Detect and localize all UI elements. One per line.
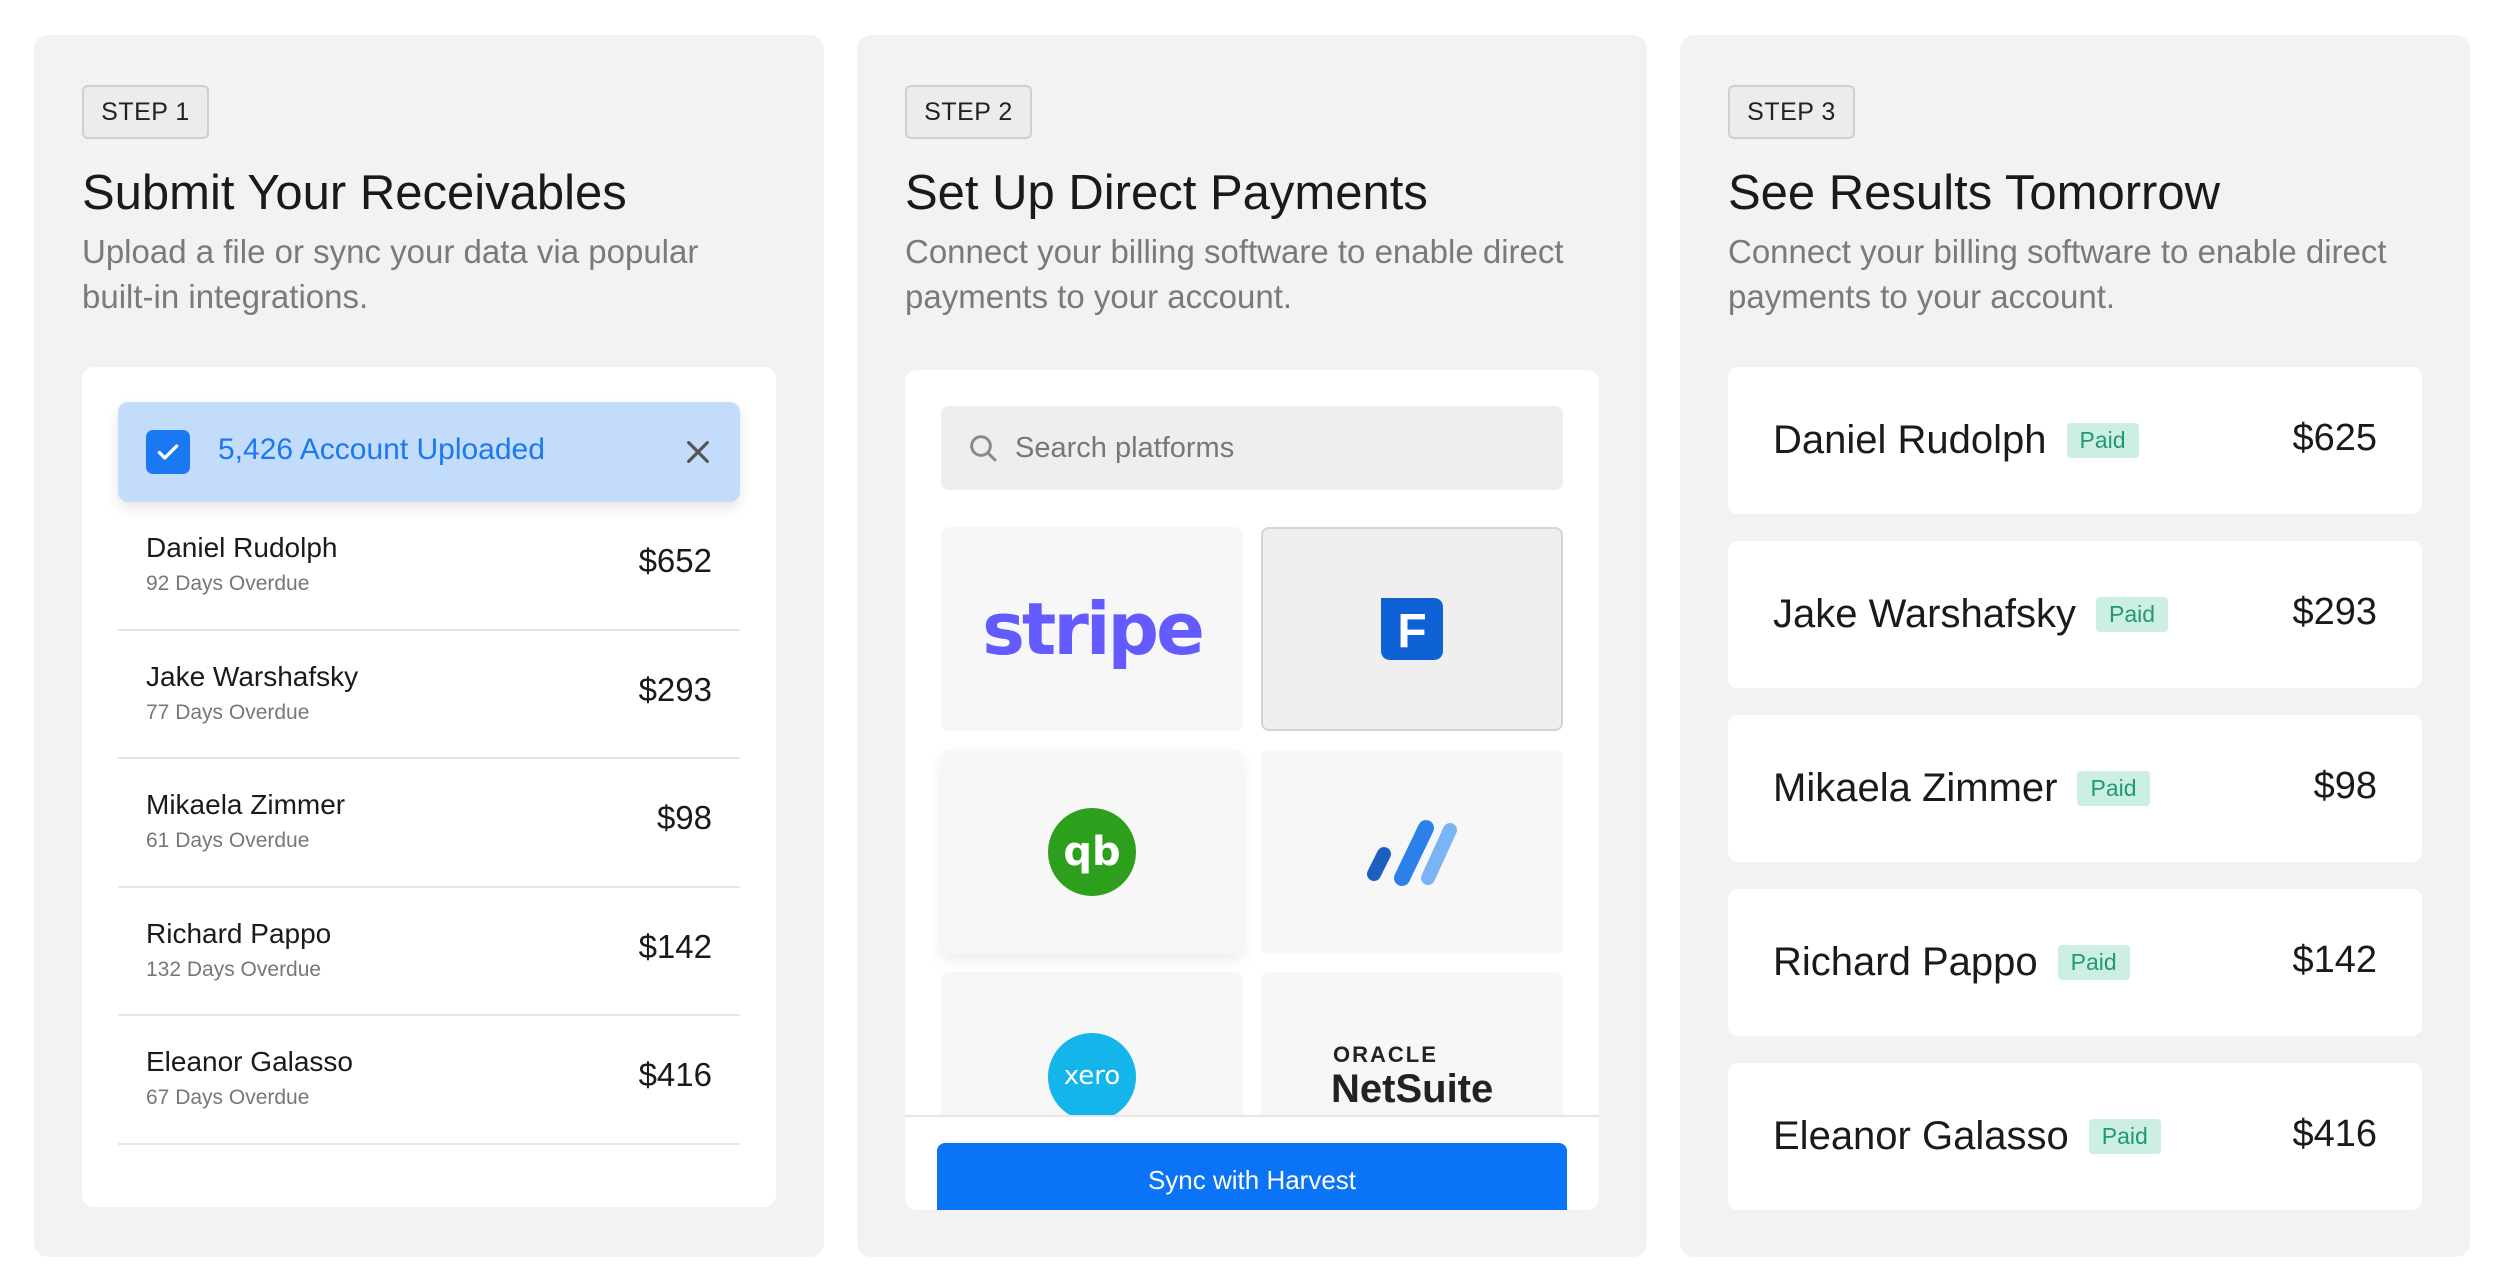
status-badge: Paid — [2077, 771, 2150, 806]
account-amount: $625 — [2292, 417, 2377, 459]
search-box — [941, 406, 1563, 490]
platforms-panel: stripe F qb xero — [905, 370, 1599, 1210]
status-badge: Paid — [2096, 597, 2169, 632]
upload-message: 5,426 Account Uploaded — [218, 433, 545, 466]
search-input[interactable] — [1015, 406, 1535, 490]
upload-banner: 5,426 Account Uploaded — [118, 402, 740, 502]
list-item[interactable]: Eleanor Galasso Paid $416 — [1728, 1063, 2422, 1210]
close-icon[interactable] — [682, 436, 714, 468]
step-3-card: STEP 3 See Results Tomorrow Connect your… — [1680, 35, 2470, 1257]
account-name: Richard Pappo — [1773, 940, 2038, 984]
checkbox-icon[interactable] — [146, 430, 190, 474]
account-amount: $416 — [638, 1056, 712, 1093]
list-item[interactable]: Daniel Rudolph 92 Days Overdue $652 — [118, 502, 740, 631]
account-name: Eleanor Galasso — [1773, 1114, 2069, 1158]
list-item[interactable]: Jake Warshafsky 77 Days Overdue $293 — [118, 631, 740, 759]
list-item[interactable]: Daniel Rudolph Paid $625 — [1728, 367, 2422, 514]
step-badge: STEP 3 — [1728, 85, 1855, 139]
overdue-status: 61 Days Overdue — [146, 829, 310, 852]
account-amount: $98 — [2313, 765, 2377, 807]
wave-tile[interactable] — [1261, 750, 1563, 954]
quickbooks-logo: qb — [1063, 829, 1120, 875]
overdue-status: 132 Days Overdue — [146, 957, 322, 981]
stripe-logo: stripe — [982, 587, 1205, 671]
freshbooks-logo: F — [1397, 605, 1426, 658]
account-amount: $142 — [2292, 939, 2377, 981]
netsuite-logo: NetSuite — [1331, 1067, 1494, 1111]
card-title: Set Up Direct Payments — [905, 166, 1428, 220]
search-icon — [970, 435, 997, 462]
status-badge: Paid — [2057, 945, 2130, 980]
account-name: Jake Warshafsky — [146, 660, 359, 692]
stripe-tile[interactable]: stripe — [941, 527, 1243, 731]
account-amount: $293 — [638, 670, 712, 708]
xero-logo-icon: xero — [1048, 1033, 1136, 1121]
account-amount: $416 — [2292, 1113, 2377, 1155]
receivables-panel: 5,426 Account Uploaded Daniel Rudolph 92… — [82, 367, 776, 1207]
card-description: Connect your billing software to enable … — [905, 233, 1564, 315]
list-item[interactable]: Mikaela Zimmer 61 Days Overdue $98 — [118, 759, 740, 888]
sync-button[interactable]: Sync with Harvest — [937, 1143, 1567, 1210]
step-badge: STEP 1 — [82, 85, 209, 139]
wave-logo — [1367, 820, 1457, 886]
list-item[interactable]: Mikaela Zimmer Paid $98 — [1728, 715, 2422, 862]
list-item[interactable]: Jake Warshafsky Paid $293 — [1728, 541, 2422, 688]
account-amount: $293 — [2292, 591, 2377, 633]
account-name: Daniel Rudolph — [146, 532, 338, 563]
account-name: Jake Warshafsky — [1773, 592, 2077, 636]
account-name: Mikaela Zimmer — [146, 789, 346, 820]
paid-list: Daniel Rudolph Paid $625 Jake Warshafsky… — [1728, 367, 2422, 1237]
status-badge: Paid — [2088, 1119, 2161, 1154]
card-title: See Results Tomorrow — [1728, 166, 2221, 220]
overdue-status: 77 Days Overdue — [146, 700, 310, 724]
status-badge: Paid — [2066, 423, 2139, 458]
oracle-logo: ORACLE — [1333, 1042, 1438, 1067]
card-description: Connect your billing software to enable … — [1728, 233, 2387, 315]
account-amount: $142 — [638, 927, 712, 965]
step-badge: STEP 2 — [905, 85, 1032, 139]
account-amount: $98 — [656, 799, 712, 836]
step-2-card: STEP 2 Set Up Direct Payments Connect yo… — [857, 35, 1647, 1257]
step-1-card: STEP 1 Submit Your Receivables Upload a … — [34, 35, 824, 1257]
card-description: Upload a file or sync your data via popu… — [82, 233, 699, 315]
freshbooks-tile[interactable]: F — [1261, 527, 1563, 731]
overdue-list: Daniel Rudolph 92 Days Overdue $652 Jake… — [118, 502, 740, 1145]
account-name: Daniel Rudolph — [1773, 418, 2047, 462]
list-item[interactable]: Eleanor Galasso 67 Days Overdue $416 — [118, 1016, 740, 1145]
card-title: Submit Your Receivables — [82, 166, 627, 220]
account-name: Mikaela Zimmer — [1773, 766, 2058, 810]
xero-logo: xero — [1064, 1061, 1121, 1091]
quickbooks-logo-icon: qb — [1048, 808, 1136, 896]
freshbooks-logo-icon: F — [1381, 598, 1443, 660]
list-item[interactable]: Richard Pappo 132 Days Overdue $142 — [118, 888, 740, 1016]
overdue-status: 92 Days Overdue — [146, 572, 310, 595]
account-amount: $652 — [638, 542, 712, 579]
bottom-bar: Sync with Harvest — [905, 1115, 1599, 1210]
list-item[interactable]: Richard Pappo Paid $142 — [1728, 889, 2422, 1036]
account-name: Richard Pappo — [146, 917, 332, 949]
quickbooks-tile[interactable]: qb — [941, 750, 1243, 954]
account-name: Eleanor Galasso — [146, 1046, 354, 1077]
overdue-status: 67 Days Overdue — [146, 1086, 310, 1109]
